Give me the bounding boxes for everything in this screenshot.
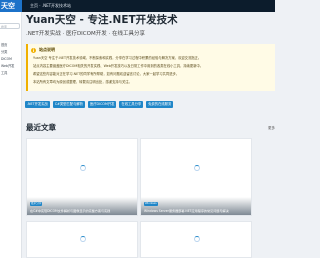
card-badge: 技术分享 — [30, 202, 43, 206]
sidebar-item-categories[interactable]: 分类 — [0, 49, 21, 56]
article-card[interactable]: Windows Windows Server服务器部署.NET应用程序的常见问题… — [140, 138, 252, 216]
sidebar-item-tools[interactable]: 工具 — [0, 70, 21, 77]
notice-box: i 站点说明 Yuan天空 专注于.NET开发技术领域，不断探索和实践，分享在学… — [26, 44, 275, 91]
tag-tools[interactable]: 在线工具分享 — [119, 101, 144, 108]
sidebar: 搜索 首页 分类 DICOM Web开发 工具 — [0, 12, 22, 258]
breadcrumb: 主页 · .NET开发技术站 — [30, 3, 72, 8]
more-link[interactable]: 更多 — [268, 126, 275, 131]
tag-services[interactable]: 免费的在线服务 — [146, 101, 174, 108]
article-card[interactable] — [26, 221, 138, 258]
notice-line: 站点内容主要涵盖医疗DICOM相关的开发实践、Web开发技巧以及日常工作中用到的… — [33, 64, 204, 68]
sidebar-item-dicom[interactable]: DICOM — [0, 56, 21, 63]
notice-line: Yuan天空 专注于.NET开发技术领域，不断探索和实践，分享在学习过程中积累的… — [33, 56, 202, 60]
card-caption: Windows Windows Server服务器部署.NET应用程序的常见问题… — [141, 197, 251, 215]
loading-spinner-icon — [80, 236, 86, 242]
card-badge: Windows — [144, 202, 158, 206]
sidebar-item-web[interactable]: Web开发 — [0, 63, 21, 70]
notice-line: 本站所有文章均为原创或整理，转载请注明出处，感谢支持与关注。 — [33, 80, 132, 84]
sidebar-item-home[interactable]: 首页 — [0, 42, 21, 49]
loading-spinner-icon — [194, 236, 200, 242]
card-title[interactable]: 在C#中实现DICOM文件解析与图像显示的完整方案与实践 — [30, 208, 136, 213]
top-bar: 天空 主页 · .NET开发技术站 — [0, 0, 275, 12]
card-title[interactable]: Windows Server服务器部署.NET应用程序的常见问题与解决 — [144, 208, 250, 213]
notice-header: i 站点说明 — [31, 47, 55, 53]
tag-dicom[interactable]: 医疗DICOM开发 — [87, 101, 117, 108]
notice-title: 站点说明 — [39, 47, 55, 52]
loading-spinner-icon — [194, 165, 200, 171]
article-card[interactable]: 技术分享 在C#中实现DICOM文件解析与图像显示的完整方案与实践 — [26, 138, 138, 216]
recent-articles-title: 最近文章 — [26, 123, 56, 132]
site-logo[interactable]: 天空 — [0, 0, 22, 12]
tag-dotnet[interactable]: .NET开发实战 — [25, 101, 50, 108]
page-title: Yuan天空 - 专注.NET开发技术 — [26, 14, 178, 26]
info-icon: i — [31, 47, 36, 53]
sidebar-search-input[interactable]: 搜索 — [0, 23, 20, 29]
tag-csharp[interactable]: C#类型匹配与解析 — [52, 101, 85, 108]
tag-list: .NET开发实战 C#类型匹配与解析 医疗DICOM开发 在线工具分享 免费的在… — [25, 101, 176, 108]
card-caption: 技术分享 在C#中实现DICOM文件解析与图像显示的完整方案与实践 — [27, 197, 137, 215]
page-subtitle: .NET开发实战 · 医疗DICOM开发 · 在线工具分享 — [26, 31, 145, 37]
loading-spinner-icon — [80, 165, 86, 171]
notice-line: 希望这些内容能对正在学习.NET的同学有所帮助，如有问题欢迎留言讨论，大家一起学… — [33, 72, 180, 76]
article-card[interactable] — [140, 221, 252, 258]
